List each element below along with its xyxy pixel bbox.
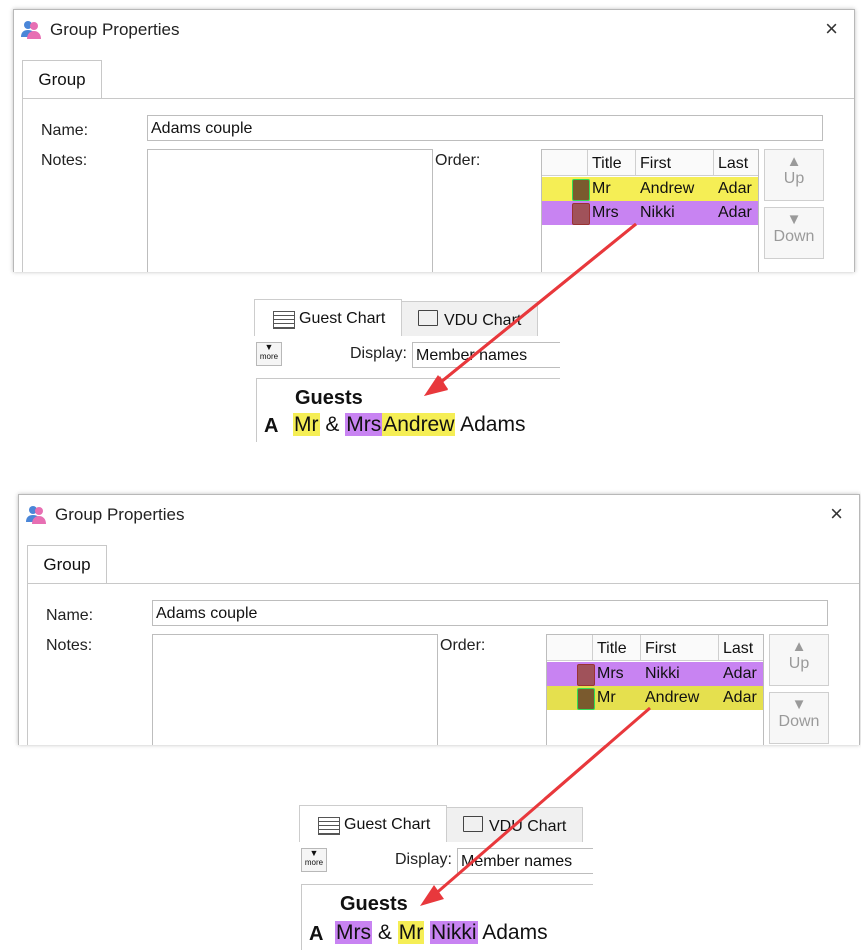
avatar xyxy=(577,664,595,686)
letter-heading: A xyxy=(309,923,324,945)
tab-guest-chart-label: Guest Chart xyxy=(344,816,431,833)
guest-line: Mrs & Mr Nikki Adams xyxy=(335,921,548,945)
tab-vdu-chart-label: VDU Chart xyxy=(489,818,567,835)
tab-group[interactable]: Group xyxy=(27,545,107,584)
tab-vdu-chart[interactable]: VDU Chart xyxy=(446,807,583,842)
down-label: Down xyxy=(778,713,820,730)
order-table[interactable]: Title First Last Mrs Nikki Adar Mr Andre… xyxy=(546,634,764,745)
table-row[interactable]: Mr Andrew Adar xyxy=(547,686,763,710)
column-header-title[interactable]: Title xyxy=(593,635,641,661)
name-part: & xyxy=(377,921,392,944)
name-field[interactable]: Adams couple xyxy=(152,600,828,626)
tab-guest-chart[interactable]: Guest Chart xyxy=(299,805,447,842)
guests-heading: Guests xyxy=(340,893,408,915)
display-select[interactable]: Member names xyxy=(457,848,593,874)
table-row[interactable]: Mrs Nikki Adar xyxy=(547,662,763,686)
down-arrow-icon: ▼ xyxy=(791,696,807,713)
group-properties-dialog: Group Properties × Group Name: Adams cou… xyxy=(18,494,860,745)
column-header-icon xyxy=(547,635,593,661)
down-button[interactable]: ▼ Down xyxy=(769,692,829,744)
row-first: Andrew xyxy=(645,689,700,706)
dialog-titlebar: Group Properties × xyxy=(19,495,859,535)
name-part: Nikki xyxy=(430,921,478,944)
group-icon xyxy=(26,506,46,524)
name-part: Adams xyxy=(482,921,548,944)
row-first: Nikki xyxy=(645,665,680,682)
notes-field[interactable] xyxy=(152,634,438,745)
name-label: Name: xyxy=(46,607,94,624)
display-label: Display: xyxy=(395,851,452,868)
tab-group-label: Group xyxy=(43,555,91,574)
column-header-first[interactable]: First xyxy=(641,635,719,661)
chevron-down-icon: ▼ xyxy=(309,848,319,858)
name-part: Mr xyxy=(397,921,425,944)
dialog-title: Group Properties xyxy=(55,505,185,524)
row-last: Adar xyxy=(723,689,757,706)
row-title: Mr xyxy=(597,689,616,706)
table-icon xyxy=(318,817,340,835)
row-title: Mrs xyxy=(597,665,624,682)
order-label: Order: xyxy=(440,637,486,654)
up-button[interactable]: ▲ Up xyxy=(769,634,829,686)
monitor-icon xyxy=(463,816,483,832)
column-header-last[interactable]: Last xyxy=(719,635,763,661)
row-last: Adar xyxy=(723,665,757,682)
up-arrow-icon: ▲ xyxy=(791,638,807,655)
close-icon[interactable]: × xyxy=(830,501,843,527)
up-label: Up xyxy=(788,655,810,672)
guest-chart-panel: Guest Chart VDU Chart ▼ more Display: Mem… xyxy=(283,798,593,950)
name-part: Mrs xyxy=(335,921,372,944)
more-button[interactable]: ▼ more xyxy=(301,848,327,872)
avatar xyxy=(577,688,595,710)
more-label: more xyxy=(304,858,324,867)
notes-label: Notes: xyxy=(46,637,93,654)
